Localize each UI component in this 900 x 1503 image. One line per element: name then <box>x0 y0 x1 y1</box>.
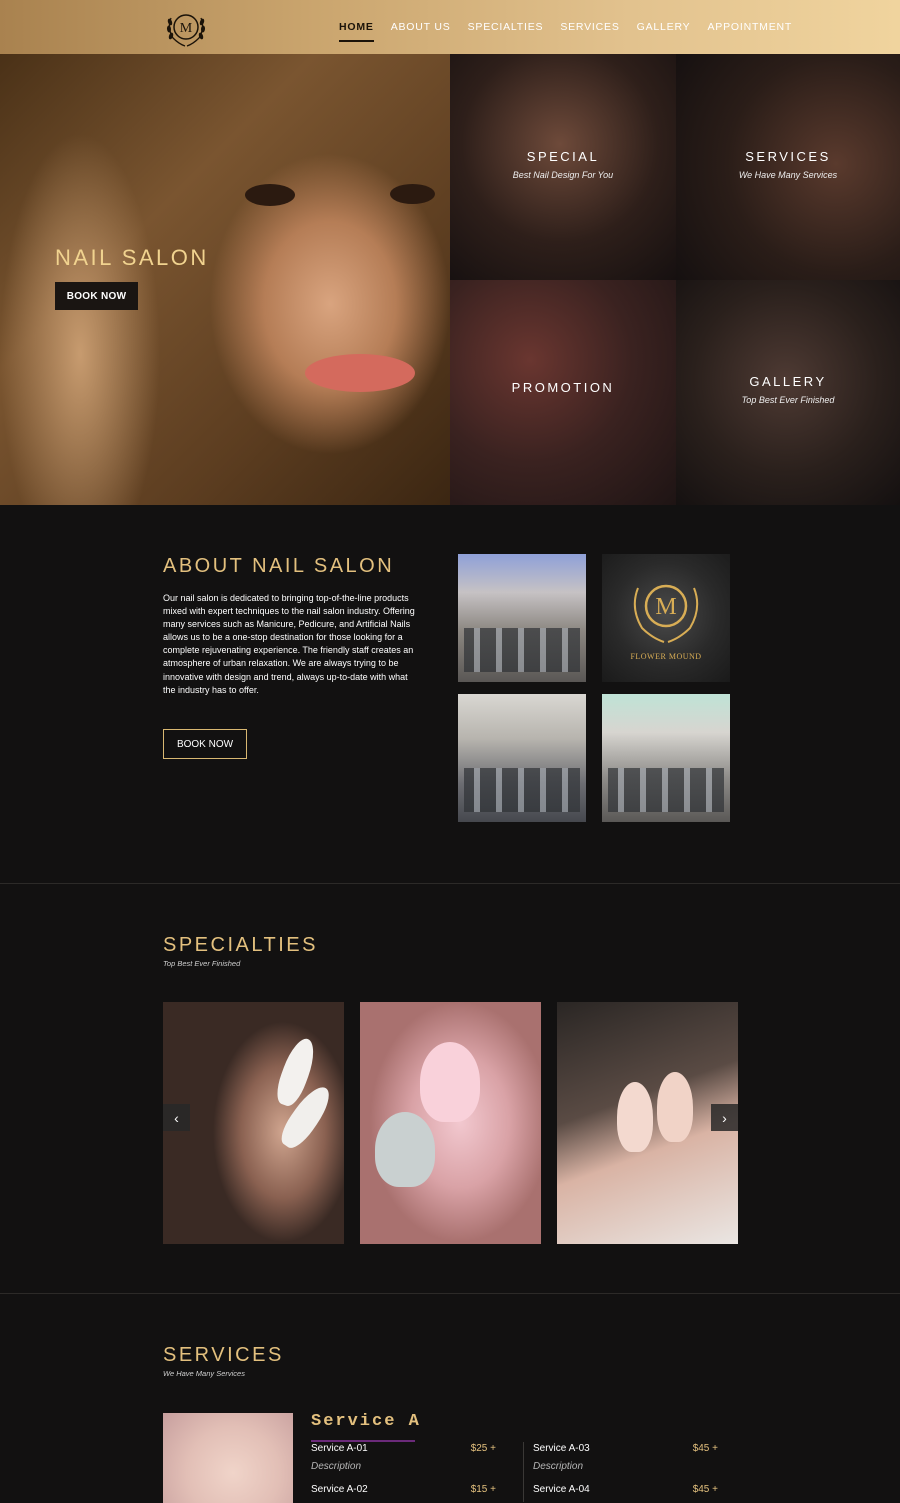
main-nav: HOME ABOUT US SPECIALTIES SERVICES GALLE… <box>339 0 809 54</box>
about-text: Our nail salon is dedicated to bringing … <box>163 593 415 695</box>
about-title: ABOUT NAIL SALON <box>163 555 395 577</box>
salon-interior-photo-2[interactable] <box>458 694 586 822</box>
emblem-text: FLOWER MOUND <box>630 652 702 661</box>
tile-gallery-title: GALLERY <box>749 374 827 389</box>
salon-chairs <box>608 768 724 812</box>
salon-interior-photo-3[interactable] <box>602 694 730 822</box>
svg-text:M: M <box>655 594 676 620</box>
salon-interior-photo-1[interactable] <box>458 554 586 682</box>
service-a-image <box>163 1413 293 1503</box>
specialty-card-1[interactable] <box>163 1002 344 1244</box>
about-book-now-button[interactable]: BOOK NOW <box>163 729 247 759</box>
specialties-title: SPECIALTIES <box>163 934 318 956</box>
service-item-desc: Description <box>533 1461 584 1472</box>
nav-home[interactable]: HOME <box>339 21 374 42</box>
nav-about-us[interactable]: ABOUT US <box>391 21 451 33</box>
tile-special-title: SPECIAL <box>526 149 600 164</box>
service-item-desc: Description <box>311 1461 362 1472</box>
section-divider <box>0 883 900 884</box>
hero-book-now-button[interactable]: BOOK NOW <box>55 282 138 310</box>
nav-services[interactable]: SERVICES <box>560 21 619 33</box>
tile-promotion-title: PROMOTION <box>511 380 615 395</box>
service-item-name: Service A-02 <box>311 1484 368 1495</box>
tile-gallery[interactable]: GALLERY Top Best Ever Finished <box>676 280 900 505</box>
service-item-name: Service A-01 <box>311 1443 368 1454</box>
tile-services-title: SERVICES <box>745 149 831 164</box>
svg-text:M: M <box>180 21 193 36</box>
salon-chairs <box>464 628 580 672</box>
service-column-divider <box>523 1442 524 1502</box>
tile-special-subtitle: Best Nail Design For You <box>512 170 614 180</box>
salon-emblem-photo[interactable]: M FLOWER MOUND <box>602 554 730 682</box>
tile-services[interactable]: SERVICES We Have Many Services <box>676 54 900 280</box>
salon-logo[interactable]: M <box>163 4 209 50</box>
hero-eye-right <box>390 184 435 204</box>
service-title-underline <box>311 1440 415 1442</box>
emblem-logo: M <box>633 584 699 643</box>
site-header: M HOME ABOUT US SPECIALTIES SERVICES GAL… <box>0 0 900 54</box>
nav-appointment[interactable]: APPOINTMENT <box>707 21 792 33</box>
service-item-price: $15 + <box>470 1484 496 1495</box>
tile-gallery-subtitle: Top Best Ever Finished <box>741 395 835 405</box>
hero-banner-image: NAIL SALON BOOK NOW <box>0 54 450 505</box>
specialty-card-2[interactable] <box>360 1002 541 1244</box>
service-item-price: $25 + <box>470 1443 496 1454</box>
hero-lips <box>305 354 415 392</box>
tile-services-subtitle: We Have Many Services <box>738 170 838 180</box>
hero-eye-left <box>245 184 295 206</box>
nail-shape <box>420 1042 480 1122</box>
tile-promotion[interactable]: PROMOTION <box>450 280 676 505</box>
service-item-name: Service A-04 <box>533 1484 590 1495</box>
section-divider <box>0 1293 900 1294</box>
nail-shape <box>617 1082 653 1152</box>
specialties-subtitle: Top Best Ever Finished <box>163 959 241 968</box>
nail-shape <box>657 1072 693 1142</box>
service-item-name: Service A-03 <box>533 1443 590 1454</box>
carousel-prev-button[interactable]: ‹ <box>163 1104 190 1131</box>
service-item-price: $45 + <box>692 1484 718 1495</box>
services-title: SERVICES <box>163 1344 284 1366</box>
nav-gallery[interactable]: GALLERY <box>637 21 691 33</box>
salon-chairs <box>464 768 580 812</box>
tile-special[interactable]: SPECIAL Best Nail Design For You <box>450 54 676 280</box>
service-item-price: $45 + <box>692 1443 718 1454</box>
hero-title: NAIL SALON <box>55 245 209 270</box>
carousel-next-button[interactable]: › <box>711 1104 738 1131</box>
nav-specialties[interactable]: SPECIALTIES <box>468 21 544 33</box>
services-subtitle: We Have Many Services <box>163 1369 245 1378</box>
service-group-title: Service A <box>311 1412 421 1431</box>
nail-shape <box>375 1112 435 1187</box>
